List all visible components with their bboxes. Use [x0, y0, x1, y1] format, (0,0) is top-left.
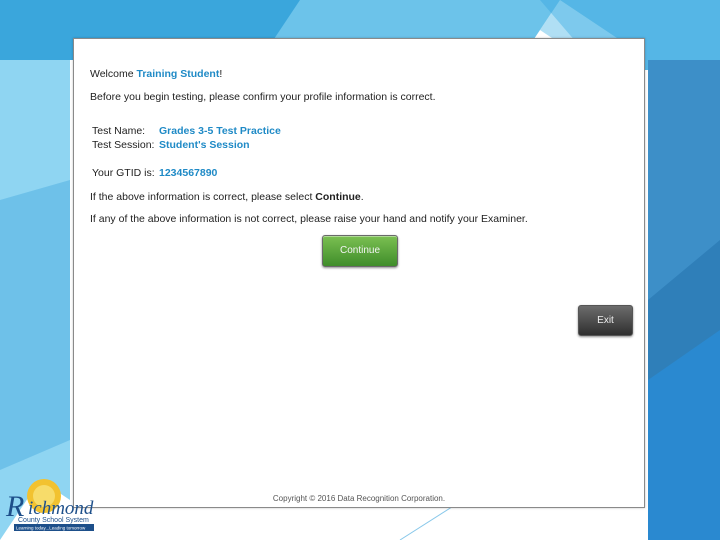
welcome-line: Welcome Training Student!	[90, 68, 222, 80]
test-session-label: Test Session:	[92, 139, 155, 151]
correct-prefix: If the above information is correct, ple…	[90, 191, 316, 203]
svg-text:County School System: County School System	[18, 517, 89, 524]
copyright-notice: Copyright © 2016 Data Recognition Corpor…	[272, 494, 446, 503]
correct-instruction: If the above information is correct, ple…	[90, 191, 364, 203]
svg-text:Learning today...Leading tomor: Learning today...Leading tomorrow	[16, 526, 86, 531]
confirm-instruction: Before you begin testing, please confirm…	[90, 91, 436, 103]
continue-button[interactable]: Continue	[322, 235, 398, 267]
correct-suffix: .	[360, 191, 364, 203]
exit-button[interactable]: Exit	[578, 305, 633, 336]
richmond-county-logo: R ichmond County School System Learning …	[4, 478, 114, 534]
svg-text:ichmond: ichmond	[28, 498, 94, 519]
test-session-value: Student's Session	[159, 139, 250, 151]
test-confirmation-window: Welcome Training Student! Before you beg…	[73, 38, 645, 508]
test-name-value: Grades 3-5 Test Practice	[159, 125, 281, 137]
gtid-value: 1234567890	[159, 167, 218, 179]
welcome-prefix: Welcome	[90, 68, 137, 80]
logo-graphic: R ichmond County School System Learning …	[5, 479, 94, 531]
test-name-label: Test Name:	[92, 125, 146, 137]
welcome-suffix: !	[219, 68, 223, 80]
student-name: Training Student	[136, 68, 220, 80]
correct-emphasis: Continue	[315, 191, 361, 203]
gtid-label: Your GTID is:	[92, 167, 155, 179]
incorrect-instruction: If any of the above information is not c…	[90, 213, 528, 225]
